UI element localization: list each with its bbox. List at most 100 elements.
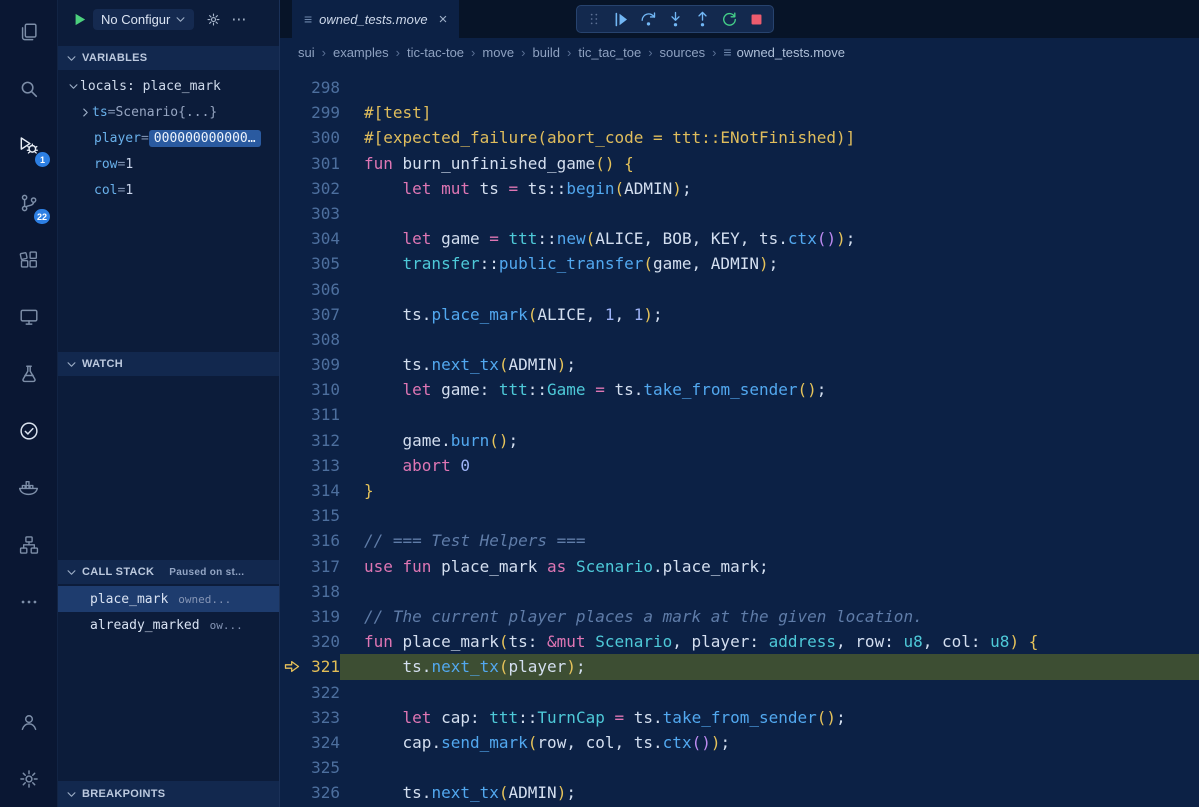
variable-row-player[interactable]: player = 000000000000… [58,125,279,151]
gutter-line-317[interactable]: 317 [280,554,340,579]
variable-row-row[interactable]: row = 1 [58,151,279,177]
gutter-line-301[interactable]: 301 [280,151,340,176]
breadcrumb-item[interactable]: move [482,45,514,60]
restart-icon[interactable] [716,7,742,31]
code-line-324[interactable]: 324 cap.send_mark(row, col, ts.ctx()); [280,730,1199,755]
activity-checks-icon[interactable] [0,402,57,459]
activity-account-icon[interactable] [0,693,57,750]
line-number[interactable]: 300 [280,125,340,150]
code-line-302[interactable]: 302 let mut ts = ts::begin(ADMIN); [280,176,1199,201]
code-line-319[interactable]: 319// The current player places a mark a… [280,604,1199,629]
line-number[interactable]: 317 [280,554,340,579]
code-line-text[interactable] [340,201,1199,226]
gutter-line-298[interactable]: 298 [280,75,340,100]
breadcrumb-item[interactable]: tic_tac_toe [578,45,641,60]
line-number[interactable]: 304 [280,226,340,251]
code-line-text[interactable]: #[expected_failure(abort_code = ttt::ENo… [340,125,1199,150]
activity-more-icon[interactable] [0,573,57,630]
gutter-line-314[interactable]: 314 [280,478,340,503]
code-line-308[interactable]: 308 [280,327,1199,352]
code-line-298[interactable]: 298 [280,75,1199,100]
line-number[interactable]: 306 [280,277,340,302]
line-number[interactable]: 323 [280,705,340,730]
code-line-text[interactable] [340,75,1199,100]
line-number[interactable]: 319 [280,604,340,629]
gutter-line-307[interactable]: 307 [280,302,340,327]
gutter-line-316[interactable]: 316 [280,528,340,553]
gutter-line-306[interactable]: 306 [280,277,340,302]
activity-run-and-debug-icon[interactable]: 1 [0,117,57,174]
code-line-325[interactable]: 325 [280,755,1199,780]
gutter-line-326[interactable]: 326 [280,780,340,805]
line-number[interactable]: 316 [280,528,340,553]
code-line-text[interactable]: cap.send_mark(row, col, ts.ctx()); [340,730,1199,755]
gutter-line-325[interactable]: 325 [280,755,340,780]
line-number[interactable]: 325 [280,755,340,780]
breadcrumb-item[interactable]: sui [298,45,315,60]
gutter-line-320[interactable]: 320 [280,629,340,654]
line-number[interactable]: 301 [280,151,340,176]
code-line-311[interactable]: 311 [280,402,1199,427]
line-number[interactable]: 299 [280,100,340,125]
activity-search-icon[interactable] [0,60,57,117]
line-number[interactable]: 314 [280,478,340,503]
code-line-306[interactable]: 306 [280,277,1199,302]
call-stack-frame[interactable]: place_markowned... [58,586,279,612]
code-line-299[interactable]: 299#[test] [280,100,1199,125]
activity-remote-explorer-icon[interactable] [0,288,57,345]
line-number[interactable]: 322 [280,680,340,705]
code-line-317[interactable]: 317use fun place_mark as Scenario.place_… [280,554,1199,579]
code-line-text[interactable]: fun place_mark(ts: &mut Scenario, player… [340,629,1199,654]
gutter-line-304[interactable]: 304 [280,226,340,251]
gutter-line-321[interactable]: 321 [280,654,340,679]
step-out-icon[interactable] [689,7,715,31]
gutter-line-312[interactable]: 312 [280,428,340,453]
code-line-text[interactable]: let cap: ttt::TurnCap = ts.take_from_sen… [340,705,1199,730]
line-number[interactable]: 303 [280,201,340,226]
code-line-309[interactable]: 309 ts.next_tx(ADMIN); [280,352,1199,377]
code-line-326[interactable]: 326 ts.next_tx(ADMIN); [280,780,1199,805]
gutter-line-311[interactable]: 311 [280,402,340,427]
code-line-text[interactable] [340,277,1199,302]
gutter-line-302[interactable]: 302 [280,176,340,201]
continue-icon[interactable] [608,7,634,31]
line-number[interactable]: 312 [280,428,340,453]
code-line-text[interactable] [340,579,1199,604]
code-line-text[interactable]: // The current player places a mark at t… [340,604,1199,629]
code-line-323[interactable]: 323 let cap: ttt::TurnCap = ts.take_from… [280,705,1199,730]
debug-config-select[interactable]: No Configur [93,9,194,30]
activity-explorer-icon[interactable] [0,3,57,60]
code-line-312[interactable]: 312 game.burn(); [280,428,1199,453]
gutter-line-318[interactable]: 318 [280,579,340,604]
code-line-text[interactable] [340,402,1199,427]
line-number[interactable]: 309 [280,352,340,377]
code-editor[interactable]: 298299#[test]300#[expected_failure(abort… [280,66,1199,807]
gutter-line-305[interactable]: 305 [280,251,340,276]
start-debugging-icon[interactable] [71,11,88,28]
gutter-line-323[interactable]: 323 [280,705,340,730]
code-line-301[interactable]: 301fun burn_unfinished_game() { [280,151,1199,176]
more-actions-icon[interactable]: ⋯ [231,10,246,28]
gutter-line-315[interactable]: 315 [280,503,340,528]
call-stack-frame[interactable]: already_markedow... [58,612,279,638]
code-line-320[interactable]: 320fun place_mark(ts: &mut Scenario, pla… [280,629,1199,654]
gutter-line-322[interactable]: 322 [280,680,340,705]
code-line-318[interactable]: 318 [280,579,1199,604]
activity-settings-icon[interactable] [0,750,57,807]
breadcrumb-item[interactable]: ≡owned_tests.move [723,44,845,60]
variables-scope-row[interactable]: locals: place_mark [58,73,279,99]
code-line-text[interactable]: transfer::public_transfer(game, ADMIN); [340,251,1199,276]
code-line-321[interactable]: 321 ts.next_tx(player); [280,654,1199,679]
line-number[interactable]: 305 [280,251,340,276]
code-line-315[interactable]: 315 [280,503,1199,528]
breadcrumb-item[interactable]: sources [660,45,706,60]
line-number[interactable]: 308 [280,327,340,352]
code-line-text[interactable]: game.burn(); [340,428,1199,453]
code-line-text[interactable]: abort 0 [340,453,1199,478]
code-line-text[interactable] [340,680,1199,705]
code-line-304[interactable]: 304 let game = ttt::new(ALICE, BOB, KEY,… [280,226,1199,251]
gutter-line-310[interactable]: 310 [280,377,340,402]
code-line-text[interactable]: } [340,478,1199,503]
code-line-text[interactable]: let game: ttt::Game = ts.take_from_sende… [340,377,1199,402]
line-number[interactable]: 324 [280,730,340,755]
